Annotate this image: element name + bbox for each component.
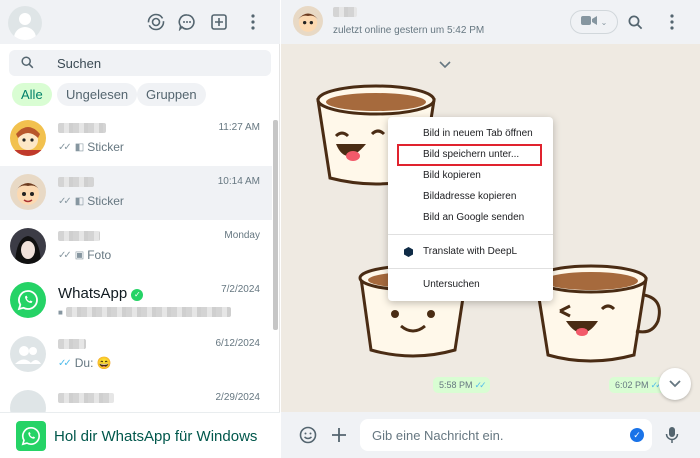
- sticker-icon: ◧: [74, 141, 85, 153]
- double-check-icon: ✓✓: [58, 249, 72, 261]
- chat-last-message: ✓✓ Du: 😄: [58, 356, 112, 370]
- chat-name: [58, 336, 86, 352]
- chat-time: 10:14 AM: [217, 176, 260, 187]
- plus-icon[interactable]: [329, 425, 349, 445]
- chat-name: [58, 390, 114, 406]
- chat-time: 2/29/2024: [215, 392, 261, 403]
- message-box[interactable]: ✓: [360, 419, 652, 451]
- contact-name: [333, 6, 357, 20]
- chat-avatar: [10, 120, 46, 156]
- menu-divider: [388, 268, 553, 269]
- message-input[interactable]: [372, 426, 612, 444]
- chat-list-item-selected[interactable]: 10:14 AM ✓✓ ◧ Sticker: [0, 166, 272, 220]
- group-avatar-icon: [10, 336, 46, 372]
- message-time: 6:02 PM ✓✓: [609, 377, 666, 393]
- chevron-down-icon[interactable]: [439, 58, 451, 72]
- chevron-down-icon: [669, 377, 681, 391]
- chat-list-scrollbar[interactable]: [273, 120, 278, 330]
- camera-icon: ▣: [74, 249, 85, 261]
- chat-time: 11:27 AM: [218, 122, 260, 133]
- chat-name: [58, 228, 100, 244]
- chat-time: 6/12/2024: [215, 338, 261, 349]
- new-chat-icon[interactable]: [209, 12, 229, 32]
- menu-icon[interactable]: [662, 12, 682, 32]
- filter-unread[interactable]: Ungelesen: [57, 83, 138, 106]
- video-icon: ■: [58, 307, 63, 317]
- chat-name: WhatsApp ✓: [58, 285, 144, 302]
- grammar-check-icon[interactable]: ✓: [630, 428, 644, 442]
- chat-last-message: ■: [58, 307, 231, 317]
- verified-icon: ✓: [131, 289, 144, 301]
- windows-app-promo[interactable]: Hol dir WhatsApp für Windows: [0, 412, 280, 458]
- chat-last-message: ✓✓ ▣ Foto: [58, 248, 112, 262]
- chat-list-pane: Alle Ungelesen Gruppen 11:27 AM ✓✓◧Stick…: [0, 0, 280, 458]
- chat-last-message: ✓✓ ◧ Sticker: [58, 194, 124, 208]
- double-check-icon: ✓✓: [474, 380, 487, 390]
- search-icon[interactable]: [625, 12, 645, 32]
- menu-item-copy-image[interactable]: Bild kopieren: [388, 166, 553, 186]
- message-composer: ✓: [281, 412, 700, 458]
- chat-list-item[interactable]: 2/29/2024: [0, 382, 272, 412]
- chat-list-item[interactable]: 6/12/2024 ✓✓ Du: 😄: [0, 328, 272, 382]
- my-avatar[interactable]: [8, 6, 42, 40]
- search-icon: [21, 56, 34, 72]
- mic-icon[interactable]: [662, 425, 682, 445]
- video-call-button[interactable]: ⌄: [570, 10, 618, 34]
- contact-avatar[interactable]: [293, 6, 323, 36]
- message-time: 5:58 PM ✓✓: [433, 377, 490, 393]
- search-box[interactable]: [9, 50, 271, 76]
- whatsapp-icon: [10, 282, 46, 318]
- chat-time: 7/2/2024: [221, 284, 260, 295]
- chat-name: [58, 174, 94, 190]
- filter-all[interactable]: Alle: [12, 83, 52, 106]
- contact-status: zuletzt online gestern um 5:42 PM: [333, 25, 485, 36]
- menu-item-inspect[interactable]: Untersuchen: [388, 275, 553, 295]
- whatsapp-icon: [16, 421, 46, 451]
- menu-item-translate-deepl[interactable]: Translate with DeepL: [388, 242, 553, 262]
- chevron-down-icon: ⌄: [600, 17, 608, 27]
- conversation-header[interactable]: zuletzt online gestern um 5:42 PM ⌄: [281, 0, 700, 44]
- scroll-down-button[interactable]: [659, 368, 691, 400]
- chat-list-item[interactable]: 11:27 AM ✓✓ ◧ Sticker: [0, 112, 272, 166]
- promo-text: Hol dir WhatsApp für Windows: [54, 428, 258, 445]
- chat-list-item[interactable]: Monday ✓✓ ▣ Foto: [0, 220, 272, 274]
- menu-item-copy-image-address[interactable]: Bildadresse kopieren: [388, 187, 553, 207]
- sticker-icon: ◧: [74, 195, 85, 207]
- chat-avatar: [10, 390, 46, 412]
- chat-list-item[interactable]: WhatsApp ✓ 7/2/2024 ■: [0, 274, 272, 328]
- channels-icon[interactable]: [177, 12, 197, 32]
- menu-item-send-to-google[interactable]: Bild an Google senden: [388, 208, 553, 228]
- video-call-icon: [580, 15, 597, 29]
- menu-divider: [388, 234, 553, 235]
- sidebar-header: [0, 0, 280, 44]
- emoji-icon[interactable]: [298, 425, 318, 445]
- search-input[interactable]: [57, 54, 257, 72]
- chat-avatar: [10, 228, 46, 264]
- double-check-icon: ✓✓: [58, 357, 72, 369]
- deepl-icon: [404, 247, 413, 257]
- double-check-icon: ✓✓: [58, 141, 72, 153]
- chat-time: Monday: [224, 230, 260, 241]
- menu-icon[interactable]: [243, 12, 263, 32]
- chat-last-message: ✓✓ ◧ Sticker: [58, 140, 124, 154]
- double-check-icon: ✓✓: [58, 195, 72, 207]
- filter-groups[interactable]: Gruppen: [137, 83, 206, 106]
- menu-item-open-image-new-tab[interactable]: Bild in neuem Tab öffnen: [388, 124, 553, 144]
- highlight-box: [397, 144, 542, 166]
- status-icon[interactable]: [146, 12, 166, 32]
- chat-avatar: [10, 174, 46, 210]
- chat-name: [58, 120, 106, 136]
